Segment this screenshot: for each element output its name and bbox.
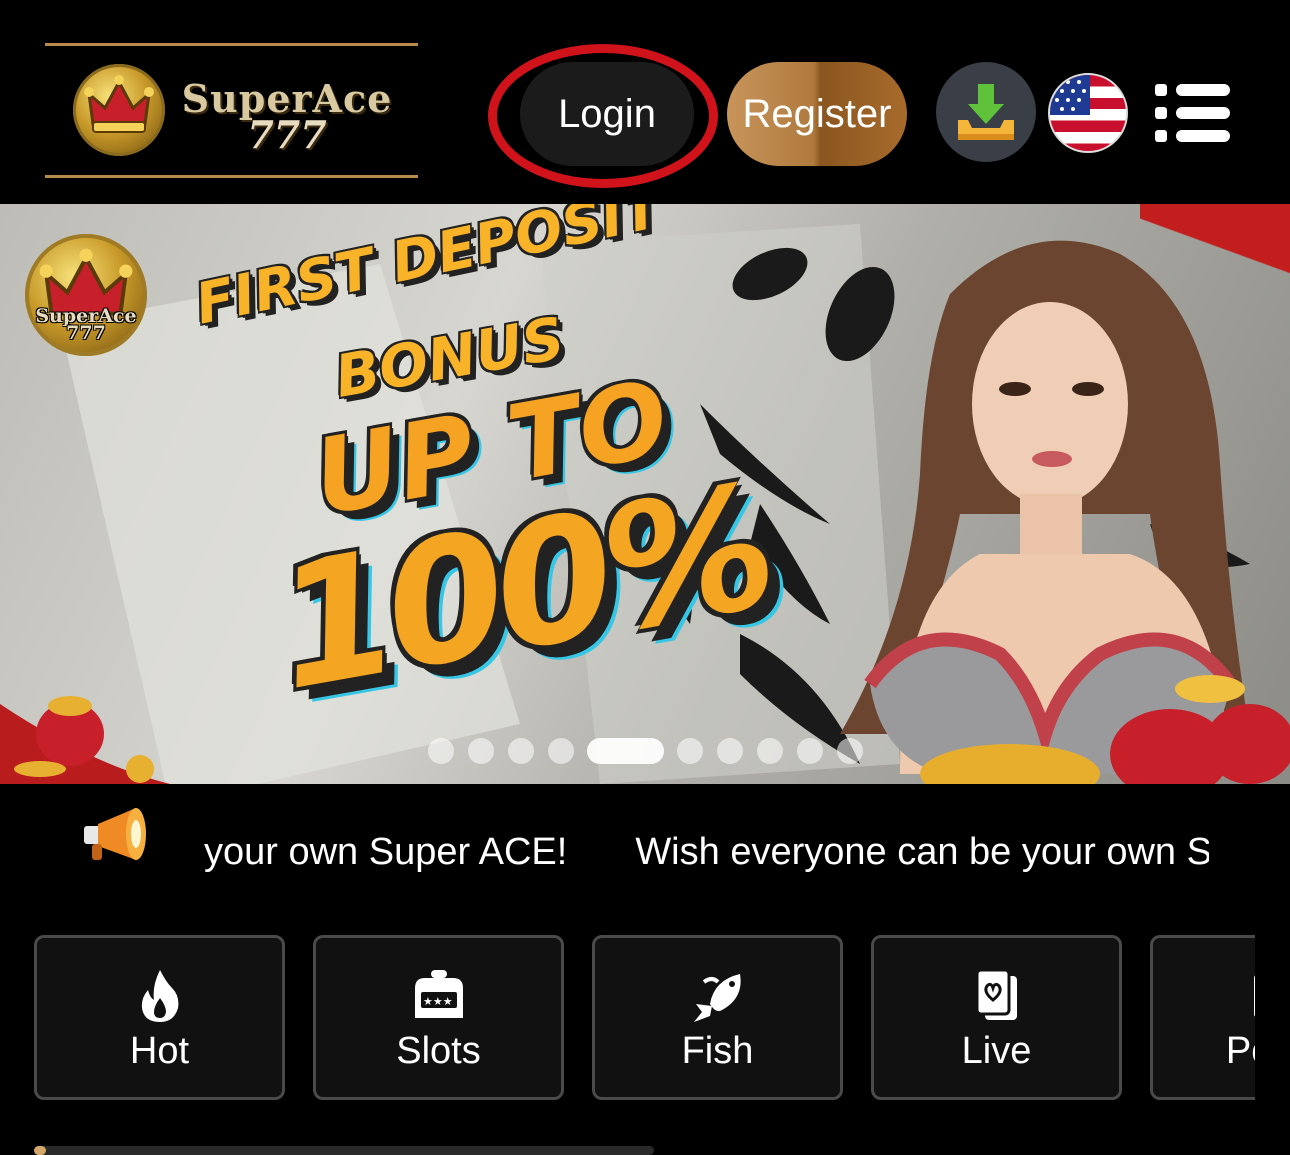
tab-live[interactable]: Live [871,935,1122,1100]
logo-text-line2: 777 [247,112,327,157]
download-icon [958,84,1014,140]
announcement-text: your own Super ACE! [204,831,568,873]
banner-logo-text: SuperAce 777 [35,305,137,345]
fish-icon [693,974,741,1022]
menu-icon[interactable] [1152,84,1232,142]
carousel-dot-active[interactable] [587,738,664,764]
svg-text:★★★: ★★★ [423,995,453,1008]
carousel-dot[interactable] [757,738,783,764]
tab-slots[interactable]: ★★★ Slots [313,935,564,1100]
tab-poker[interactable]: Poker [1150,935,1255,1100]
carousel-dot[interactable] [717,738,743,764]
slot-machine-icon: ★★★ [414,970,463,1018]
game-category-tabs: Hot ★★★ Slots Fish Live Po [34,935,1255,1101]
tab-hot[interactable]: Hot [34,935,285,1100]
tab-label: Slots [396,1030,481,1072]
tab-label: Poker [1225,1030,1255,1072]
playing-card-icon [975,968,1017,1020]
carousel-dot[interactable] [837,738,863,764]
jester-crown-icon [73,64,165,156]
carousel-dot[interactable] [548,738,574,764]
register-button[interactable]: Register [727,62,907,166]
tab-label: Hot [129,1030,190,1072]
site-logo[interactable]: SuperAce 777 [45,43,418,178]
announcement-ticker: your own Super ACE! Wish everyone can be … [204,824,1209,884]
lucky-bag-icon [0,696,170,784]
tab-label: Fish [681,1030,754,1072]
download-button[interactable] [936,62,1036,162]
announcement-bar: your own Super ACE! Wish everyone can be … [0,784,1290,914]
tab-label: Live [961,1030,1032,1072]
carousel-dot[interactable] [797,738,823,764]
tab-fish[interactable]: Fish [592,935,843,1100]
login-button[interactable]: Login [520,62,694,166]
announcement-text: Wish everyone can be your own Super ACE! [635,831,1209,873]
banner-model-image [840,240,1290,784]
us-flag-icon[interactable] [1048,73,1128,153]
carousel-dot[interactable] [508,738,534,764]
carousel-dot[interactable] [677,738,703,764]
top-header: SuperAce 777 Login Register [0,0,1290,204]
scroll-indicator [34,1146,654,1155]
flame-icon [141,970,178,1022]
promo-banner[interactable]: SuperAce 777 FIRST DEPOSIT BONUS UP TO 1… [0,204,1290,784]
carousel-dot[interactable] [468,738,494,764]
carousel-dot[interactable] [428,738,454,764]
carousel-indicator[interactable] [428,738,868,764]
poker-icon [1253,974,1255,1018]
megaphone-icon [84,808,146,860]
